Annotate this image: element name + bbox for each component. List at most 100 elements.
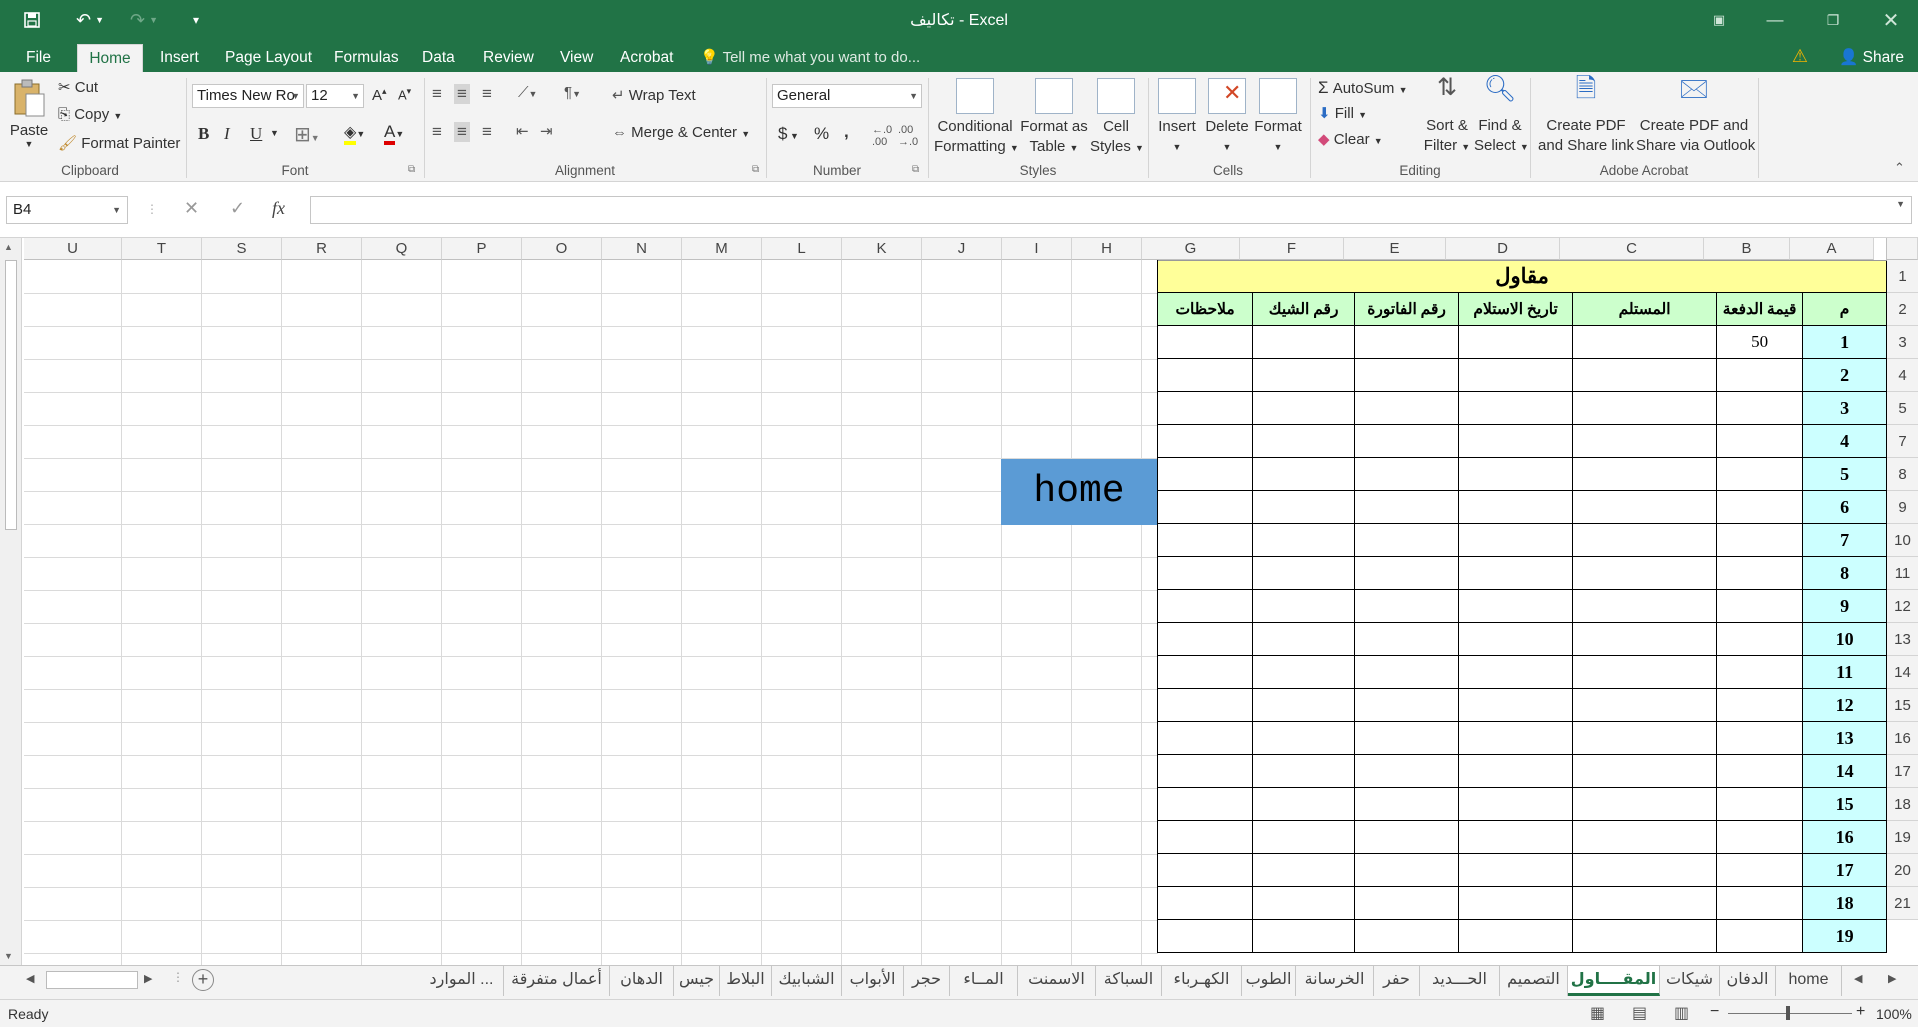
tab-review[interactable]: Review [475,44,542,72]
scroll-up-icon[interactable]: ▲ [4,242,13,252]
row-header-21[interactable]: 21 [1886,887,1918,920]
table-cell[interactable] [1572,589,1718,623]
table-cell[interactable] [1156,556,1254,590]
column-header-a[interactable]: A [1790,238,1874,260]
table-cell[interactable] [1716,721,1804,755]
minimize-icon[interactable]: — [1752,4,1798,36]
table-cell[interactable] [1572,490,1718,524]
dialog-launcher-icon[interactable]: ⧉ [408,164,415,175]
table-cell[interactable] [1354,820,1460,854]
sheet-tab[interactable]: المــاء [950,966,1018,996]
row-header-5[interactable]: 5 [1886,392,1918,425]
wrap-text-button[interactable]: ↵ Wrap Text [612,86,696,104]
table-cell[interactable] [1458,919,1574,953]
row-header-15[interactable]: 15 [1886,689,1918,722]
sheet-tab[interactable]: جيس [674,966,720,996]
row-index-cell[interactable]: 18 [1802,886,1888,920]
table-cell[interactable] [1458,391,1574,425]
fill-button[interactable]: ⬇ Fill ▼ [1318,104,1367,122]
create-pdf-outlook-button[interactable]: 🖂 Create PDF and Share via Outlook [1636,75,1755,156]
table-cell[interactable] [1252,886,1356,920]
row-index-cell[interactable]: 13 [1802,721,1888,755]
table-cell[interactable] [1572,886,1718,920]
table-cell[interactable] [1572,523,1718,557]
comma-button[interactable]: , [844,122,849,142]
autosum-button[interactable]: Σ AutoSum ▼ [1318,78,1407,98]
table-cell[interactable] [1156,391,1254,425]
increase-decimal-icon[interactable]: ←.0.00 [872,124,892,148]
column-header-k[interactable]: K [842,238,922,260]
table-cell[interactable] [1156,853,1254,887]
table-cell[interactable] [1458,820,1574,854]
table-cell[interactable] [1572,919,1718,953]
align-middle-icon[interactable]: ≡ [454,84,470,104]
tab-view[interactable]: View [552,44,601,72]
restore-icon[interactable]: ❐ [1810,4,1856,36]
share-button[interactable]: 👤 Share [1839,44,1904,72]
table-cell[interactable] [1458,424,1574,458]
table-cell[interactable] [1252,457,1356,491]
table-header-cell[interactable]: ملاحظات [1156,292,1254,326]
table-cell[interactable] [1716,457,1804,491]
sort-filter-button[interactable]: ⇅ Sort & Filter ▼ [1422,76,1472,157]
row-header-8[interactable]: 8 [1886,458,1918,491]
sheet-tab[interactable]: الدهان [610,966,674,996]
row-index-cell[interactable]: 11 [1802,655,1888,689]
insert-function-button[interactable]: fx [272,198,285,219]
table-cell[interactable] [1716,490,1804,524]
home-navigation-button[interactable]: home [1001,459,1157,525]
table-cell[interactable] [1156,424,1254,458]
table-cell[interactable] [1572,688,1718,722]
add-sheet-icon[interactable]: + [192,969,214,991]
table-header-cell[interactable]: قيمة الدفعة [1716,292,1804,326]
row-index-cell[interactable]: 7 [1802,523,1888,557]
row-index-cell[interactable]: 5 [1802,457,1888,491]
payment-value-cell[interactable]: 50 [1716,325,1804,359]
sheet-tab[interactable]: الكهـرباء [1162,966,1242,996]
table-cell[interactable] [1716,754,1804,788]
table-cell[interactable] [1572,391,1718,425]
table-cell[interactable] [1156,688,1254,722]
conditional-formatting-button[interactable]: Conditional Formatting ▼ [934,78,1019,158]
column-header-h[interactable]: H [1072,238,1142,260]
increase-indent-icon[interactable]: ⇥ [540,122,553,140]
format-cells-button[interactable]: Format ▼ [1254,78,1302,157]
table-cell[interactable] [1716,688,1804,722]
align-right-icon[interactable]: ≡ [482,122,492,142]
table-cell[interactable] [1572,853,1718,887]
table-cell[interactable] [1252,523,1356,557]
table-cell[interactable] [1252,919,1356,953]
decrease-font-icon[interactable]: A▾ [398,86,411,102]
merge-center-button[interactable]: ⇔ Merge & Center ▼ [612,124,750,141]
select-all-corner[interactable] [1886,238,1918,260]
table-cell[interactable] [1156,655,1254,689]
row-index-cell[interactable]: 16 [1802,820,1888,854]
table-cell[interactable] [1354,919,1460,953]
format-painter-button[interactable]: 🖌 Format Painter [58,134,180,152]
warning-icon[interactable]: ⚠ [1790,46,1810,66]
table-cell[interactable] [1252,820,1356,854]
table-cell[interactable] [1252,655,1356,689]
table-cell[interactable] [1572,424,1718,458]
sheet-tab[interactable]: حجر [904,966,950,996]
sheet-tab[interactable]: الحـــديد [1420,966,1500,996]
decrease-indent-icon[interactable]: ⇤ [516,122,529,140]
table-title[interactable]: مقاول [1156,260,1888,293]
font-name-select[interactable]: Times New Ro ▼ [192,84,304,108]
table-cell[interactable] [1716,820,1804,854]
table-header-cell[interactable]: رقم الشيك [1252,292,1356,326]
percent-button[interactable]: % [814,124,829,144]
table-cell[interactable] [1458,688,1574,722]
table-cell[interactable] [1716,853,1804,887]
table-cell[interactable] [1156,358,1254,392]
column-header-u[interactable]: U [24,238,122,260]
row-header-9[interactable]: 9 [1886,491,1918,524]
row-header-12[interactable]: 12 [1886,590,1918,623]
enter-formula-icon[interactable]: ✓ [230,198,245,219]
tab-acrobat[interactable]: Acrobat [612,44,681,72]
table-cell[interactable] [1354,358,1460,392]
column-header-g[interactable]: G [1142,238,1240,260]
row-header-20[interactable]: 20 [1886,854,1918,887]
table-header-cell[interactable]: م [1802,292,1888,326]
table-cell[interactable] [1458,754,1574,788]
